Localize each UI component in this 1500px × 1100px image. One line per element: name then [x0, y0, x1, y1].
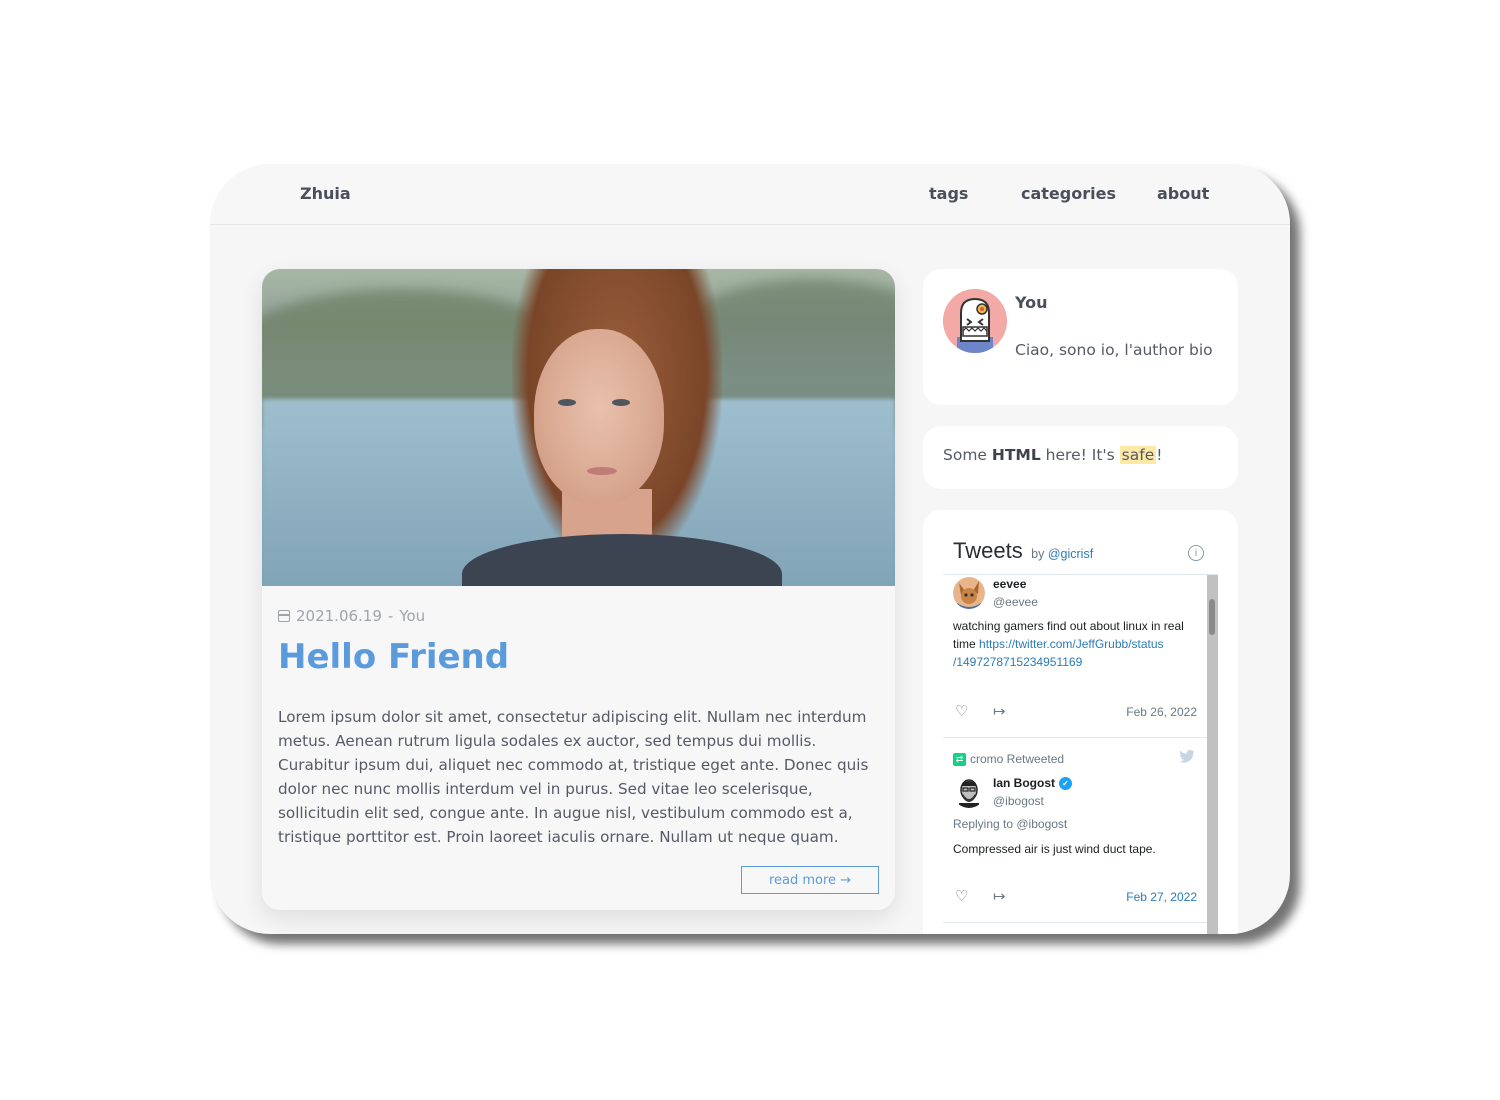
- tweet-text: Compressed air is just wind duct tape.: [953, 842, 1156, 856]
- twitter-bird-svg: [1179, 749, 1195, 763]
- tweet-link[interactable]: https://twitter.com/JeffGrubb/status/149…: [953, 637, 1164, 669]
- share-icon[interactable]: ↦: [993, 702, 1006, 720]
- html-text-bold: HTML: [991, 446, 1041, 464]
- tweet-link-part: https://twitter.com/JeffGrubb/status: [979, 637, 1164, 651]
- nav-link-tags[interactable]: tags: [929, 184, 968, 203]
- tweet-author-handle[interactable]: @eevee: [993, 595, 1038, 609]
- retweeted-by: cromo Retweeted: [970, 752, 1065, 766]
- tweet-avatar[interactable]: [953, 776, 985, 808]
- tweet-author-name[interactable]: Ian Bogost ✓: [993, 776, 1072, 791]
- like-icon[interactable]: ♡: [955, 887, 968, 905]
- like-icon[interactable]: ♡: [955, 702, 968, 720]
- calendar-icon: [278, 610, 290, 622]
- tweets-widget: Tweets by @gicrisf i eevee @eevee watchi…: [923, 510, 1238, 934]
- post-title[interactable]: Hello Friend: [278, 637, 509, 677]
- portrait-face: [534, 329, 664, 504]
- html-text-prefix: Some: [943, 446, 992, 464]
- tweet-item[interactable]: [943, 923, 1207, 934]
- verified-badge-icon: ✓: [1059, 777, 1072, 791]
- html-widget-text: Some HTML here! It's safe!: [943, 446, 1162, 464]
- portrait-eye: [558, 399, 576, 406]
- eevee-avatar-icon: [953, 577, 985, 609]
- site-brand[interactable]: Zhuia: [300, 184, 351, 203]
- read-more-button[interactable]: read more →: [741, 866, 879, 894]
- author-bio: Ciao, sono io, l'author bio: [1015, 341, 1213, 359]
- tweets-by-handle-link[interactable]: @gicrisf: [1048, 547, 1093, 561]
- post-author: You: [399, 607, 426, 625]
- timeline-scrollbar-thumb[interactable]: [1209, 599, 1215, 635]
- ian-bogost-avatar-icon: [953, 776, 985, 808]
- retweet-indicator: ⇄ cromo Retweeted: [953, 752, 1064, 766]
- tweets-title: Tweets: [953, 538, 1023, 563]
- portrait-lips: [587, 467, 617, 475]
- tweet-author-handle[interactable]: @ibogost: [993, 794, 1044, 808]
- tweet-link-part: /1497278715234951169: [953, 655, 1083, 669]
- top-nav: Zhuia tags categories about: [210, 164, 1290, 225]
- nav-link-about[interactable]: about: [1157, 184, 1209, 203]
- html-text-suffix: !: [1156, 446, 1163, 464]
- tweet-text: watching gamers find out about linux in …: [953, 617, 1193, 671]
- robot-avatar-icon: [943, 289, 1007, 353]
- post-excerpt: Lorem ipsum dolor sit amet, consectetur …: [278, 708, 869, 846]
- portrait-eye: [612, 399, 630, 406]
- tweet-date[interactable]: Feb 26, 2022: [1126, 705, 1197, 719]
- author-card: You Ciao, sono io, l'author bio: [923, 269, 1238, 405]
- post-card: 2021.06.19 - You Hello Friend Lorem ipsu…: [262, 269, 895, 910]
- tweets-by-label: by: [1031, 547, 1045, 561]
- tweet-replying-to[interactable]: Replying to @ibogost: [953, 817, 1067, 831]
- tweet-author-name[interactable]: eevee: [993, 577, 1026, 591]
- meta-separator: -: [387, 607, 394, 625]
- tweet-avatar[interactable]: [953, 577, 985, 609]
- tweets-header: Tweets by @gicrisf: [953, 538, 1093, 564]
- tweet-item[interactable]: eevee @eevee watching gamers find out ab…: [943, 575, 1207, 738]
- post-date: 2021.06.19: [296, 607, 382, 625]
- author-name: You: [1015, 293, 1048, 312]
- tweets-timeline[interactable]: eevee @eevee watching gamers find out ab…: [943, 574, 1218, 934]
- html-text-middle: here! It's: [1040, 446, 1120, 464]
- retweet-icon: ⇄: [953, 752, 966, 766]
- share-icon[interactable]: ↦: [993, 887, 1006, 905]
- post-cover-image[interactable]: [262, 269, 895, 586]
- html-widget-card: Some HTML here! It's safe!: [923, 426, 1238, 489]
- tweet-item[interactable]: ⇄ cromo Retweeted Ian Bogost ✓ @ibogost …: [943, 738, 1207, 923]
- html-text-highlight: safe: [1119, 446, 1157, 464]
- tweets-by: by @gicrisf: [1031, 547, 1093, 561]
- tweet-author-name-text: Ian Bogost: [993, 776, 1055, 790]
- browser-frame: Zhuia tags categories about 2021.06.19 -…: [210, 164, 1290, 934]
- post-meta: 2021.06.19 - You: [278, 607, 425, 625]
- tweet-date[interactable]: Feb 27, 2022: [1126, 890, 1197, 904]
- twitter-bird-icon[interactable]: [1179, 749, 1195, 766]
- info-icon[interactable]: i: [1188, 545, 1204, 561]
- nav-link-categories[interactable]: categories: [1021, 184, 1116, 203]
- author-avatar: [943, 289, 1007, 353]
